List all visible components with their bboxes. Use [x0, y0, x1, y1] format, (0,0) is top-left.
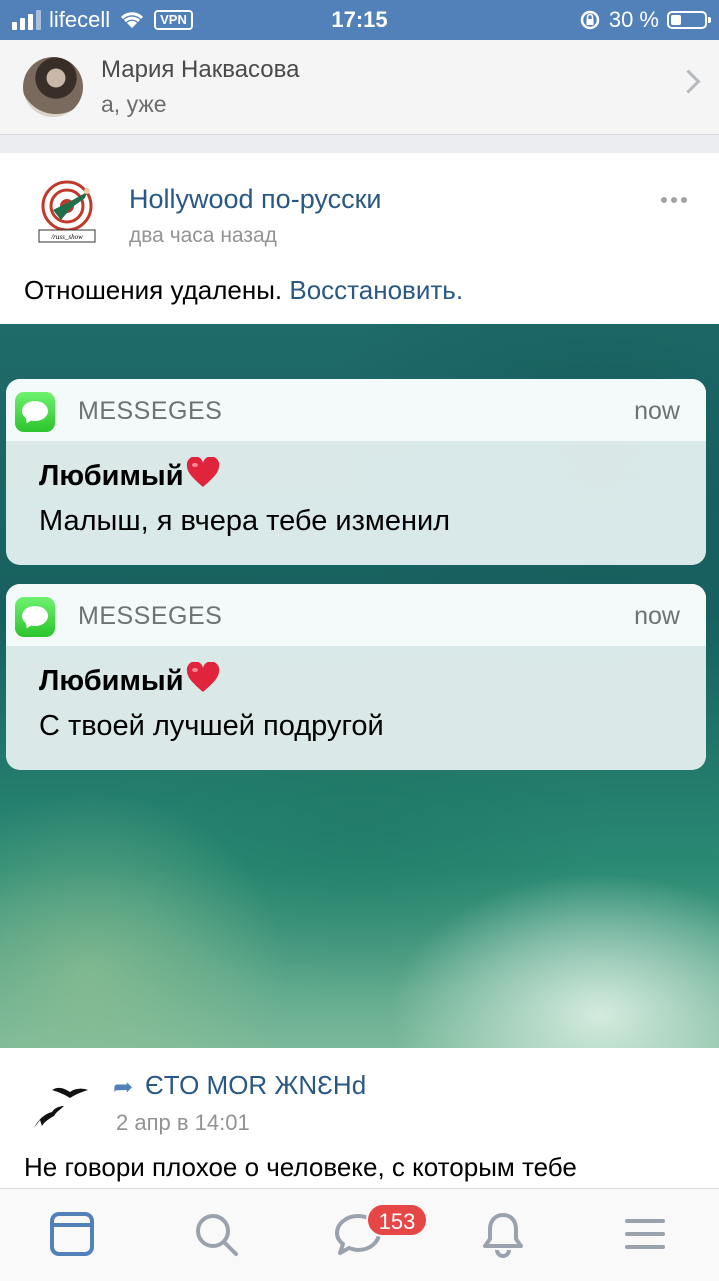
post-card: ➦ ЄTO MOR ЖNƐHd 2 апр в 14:01 Не говори …	[0, 1048, 719, 1188]
more-options-icon[interactable]	[661, 197, 687, 203]
menu-icon	[625, 1219, 665, 1249]
chevron-right-icon[interactable]	[676, 69, 701, 94]
battery-percent: 30 %	[608, 7, 659, 32]
restore-link[interactable]: Восстановить.	[289, 275, 463, 305]
notification-body: С твоей лучшей подругой	[39, 710, 384, 742]
bell-icon	[483, 1213, 523, 1258]
heart-icon	[186, 457, 219, 487]
post-card: /russ_show Hollywood по-русски два часа …	[0, 153, 719, 1048]
messages-app-icon	[15, 392, 55, 432]
group-logo[interactable]	[30, 1072, 94, 1136]
avatar[interactable]	[23, 57, 83, 117]
rotation-lock-icon	[580, 10, 600, 30]
notification-body: Малыш, я вчера тебе изменил	[39, 505, 451, 537]
post-text: Не говори плохое о человеке, с которым т…	[24, 1152, 577, 1182]
status-text: Отношения удалены.	[24, 275, 283, 305]
notification-sender: Любимый	[39, 457, 220, 493]
repost-icon: ➦	[113, 1074, 134, 1101]
post-status: Отношения удалены. Восстановить.	[24, 275, 463, 306]
post-image[interactable]: MESSEGES now Любимый Малыш, я вчера тебе…	[0, 324, 719, 1048]
news-icon	[50, 1212, 94, 1256]
notification-sender: Любимый	[39, 662, 220, 698]
group-name-link[interactable]: ЄTO MOR ЖNƐHd	[145, 1070, 366, 1101]
notification-time: now	[634, 397, 680, 425]
messages-app-icon	[15, 597, 55, 637]
search-icon	[196, 1214, 238, 1256]
logo-caption: /russ_show	[50, 233, 83, 241]
post-time: два часа назад	[129, 224, 277, 247]
tab-menu[interactable]	[620, 1209, 670, 1259]
group-name-link[interactable]: Hollywood по-русски	[129, 184, 382, 215]
heart-icon	[186, 662, 219, 692]
messages-badge: 153	[366, 1203, 428, 1237]
message-preview: а, уже	[101, 91, 167, 117]
notification-app-name: MESSEGES	[78, 397, 223, 425]
status-bar: lifecell VPN 17:15 30 %	[0, 0, 719, 40]
notification-time: now	[634, 602, 680, 630]
tab-bar: 153	[0, 1188, 719, 1281]
group-logo[interactable]: /russ_show	[35, 180, 99, 244]
battery-icon	[667, 11, 711, 29]
post-time: 2 апр в 14:01	[116, 1110, 250, 1135]
tab-news[interactable]	[47, 1209, 97, 1259]
sender-name: Мария Наквасова	[101, 56, 300, 83]
tab-notifications[interactable]	[478, 1209, 528, 1259]
notification-card: MESSEGES now Любимый Малыш, я вчера тебе…	[6, 379, 706, 565]
message-notification-bar[interactable]: Мария Наквасова а, уже	[0, 40, 719, 135]
notification-card: MESSEGES now Любимый С твоей лучшей подр…	[6, 584, 706, 770]
notification-app-name: MESSEGES	[78, 602, 223, 630]
tab-search[interactable]	[191, 1209, 241, 1259]
